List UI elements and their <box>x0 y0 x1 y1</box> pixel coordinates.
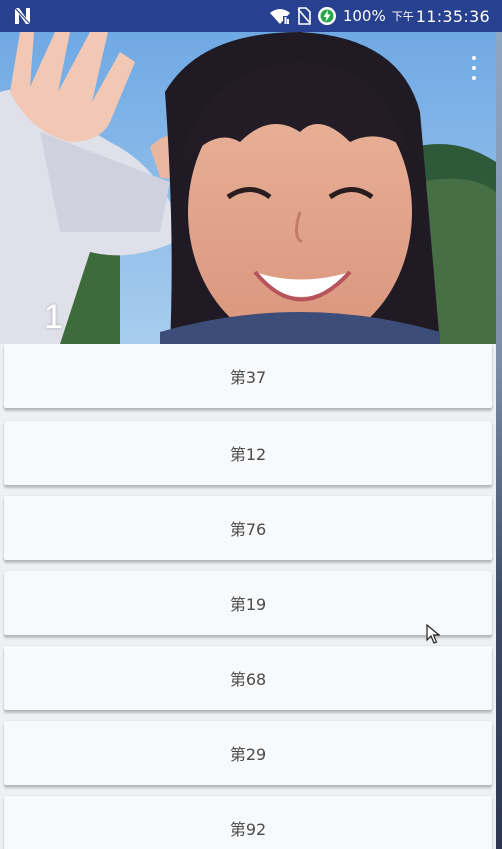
overflow-menu-icon[interactable] <box>466 54 482 82</box>
menu-dot <box>472 76 476 80</box>
n-notification-icon <box>14 7 31 25</box>
no-sim-icon <box>297 7 311 25</box>
background-edge <box>496 32 502 849</box>
list-item[interactable]: 第12 <box>4 421 492 485</box>
list-item-label: 第12 <box>229 445 267 464</box>
battery-charging-icon <box>317 7 336 25</box>
status-icons: 100% 下午 11:35:36 <box>269 6 490 26</box>
item-list[interactable]: 第37 第12 第76 第19 第68 第29 第92 <box>0 344 496 849</box>
list-item-label: 第19 <box>229 595 267 614</box>
battery-percent: 100% <box>342 7 386 25</box>
list-item-label: 第29 <box>229 745 267 764</box>
time-period: 下午 <box>391 10 414 23</box>
status-left <box>12 5 34 27</box>
list-item[interactable]: 第68 <box>4 646 492 710</box>
status-time: 11:35:36 <box>415 6 490 26</box>
page-indicator: 1 <box>44 298 63 336</box>
menu-dot <box>472 56 476 60</box>
header-photo <box>0 32 496 344</box>
list-item[interactable]: 第76 <box>4 496 492 560</box>
status-bar: 100% 下午 11:35:36 <box>0 0 502 32</box>
header-image: 1 <box>0 32 496 344</box>
list-item[interactable]: 第29 <box>4 721 492 785</box>
mouse-cursor-icon <box>426 624 440 644</box>
list-item-label: 第37 <box>229 368 267 387</box>
menu-dot <box>472 66 476 70</box>
list-item-label: 第68 <box>229 670 267 689</box>
list-item-label: 第92 <box>229 820 267 839</box>
list-item[interactable]: 第92 <box>4 796 492 849</box>
wifi-icon <box>269 9 290 24</box>
list-item[interactable]: 第37 <box>4 344 492 408</box>
list-item[interactable]: 第19 <box>4 571 492 635</box>
list-item-label: 第76 <box>229 520 267 539</box>
